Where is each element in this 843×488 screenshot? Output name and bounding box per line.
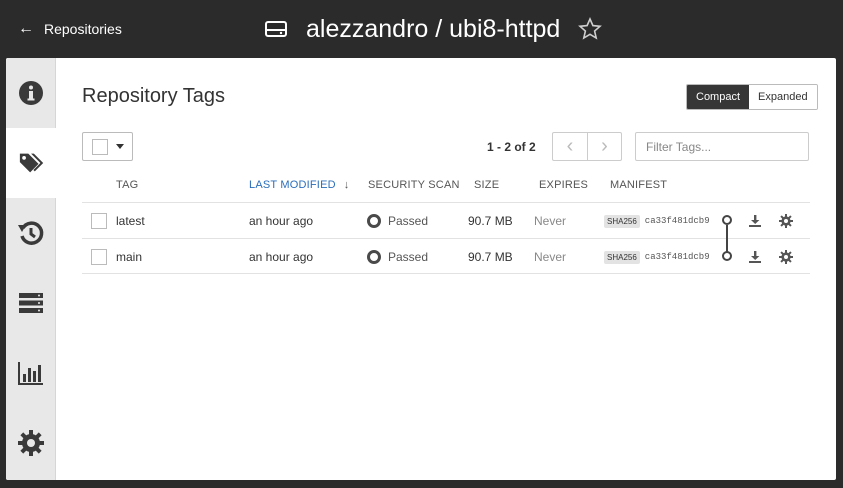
back-label: Repositories [44, 21, 122, 37]
bar-chart-icon [18, 362, 43, 385]
select-all-checkbox[interactable] [92, 138, 108, 155]
column-header-security-scan[interactable]: SECURITY SCAN [368, 179, 460, 191]
column-header-tag[interactable]: TAG [116, 179, 138, 191]
top-bar: ← Repositories alezzandro / ubi8-httpd [0, 0, 843, 58]
manifest-digest[interactable]: SHA256 ca33f481dcb9 [604, 203, 710, 239]
compact-view-button[interactable]: Compact [687, 85, 750, 109]
gear-icon[interactable] [779, 214, 793, 228]
repo-name: alezzandro / ubi8-httpd [306, 15, 561, 43]
table-row: latest an hour ago Passed 90.7 MB Never … [82, 202, 810, 238]
star-outline-icon[interactable] [578, 17, 603, 41]
tag-size: 90.7 MB [468, 250, 513, 264]
digest-value: ca33f481dcb9 [644, 216, 710, 226]
digest-algorithm-badge: SHA256 [604, 214, 640, 228]
pagination-controls: ‹ › [552, 132, 622, 161]
tags-content: Repository Tags Compact Expanded 1 - 2 o… [57, 58, 836, 480]
tag-expires[interactable]: Never [534, 239, 566, 275]
sidebar-item-information[interactable] [6, 58, 56, 128]
filter-tags-input[interactable] [635, 132, 809, 161]
column-header-manifest[interactable]: MANIFEST [610, 179, 667, 191]
scan-text: Passed [388, 250, 429, 264]
sidebar-item-history[interactable] [6, 198, 56, 268]
row-checkbox[interactable] [91, 249, 107, 265]
arrow-left-icon: ← [18, 20, 34, 37]
page-title: Repository Tags [82, 85, 226, 107]
digest-algorithm-badge: SHA256 [604, 250, 640, 264]
prev-page-button[interactable]: ‹ [553, 133, 587, 160]
hdd-icon [265, 21, 287, 37]
next-page-button[interactable]: › [587, 133, 621, 160]
tag-name[interactable]: latest [116, 203, 145, 239]
manifest-digest[interactable]: SHA256 ca33f481dcb9 [604, 239, 710, 275]
history-icon [18, 221, 44, 245]
tag-name[interactable]: main [116, 239, 142, 275]
security-scan-status[interactable]: Passed [367, 239, 428, 275]
expanded-view-button[interactable]: Expanded [749, 85, 817, 109]
column-header-last-modified[interactable]: LAST MODIFIED ↓ [249, 179, 349, 191]
sidebar-item-builds[interactable] [6, 268, 56, 338]
pagination-count: 1 - 2 of 2 [487, 140, 536, 154]
scan-text: Passed [388, 214, 429, 228]
gear-icon [18, 430, 44, 456]
select-all-dropdown[interactable] [82, 132, 133, 161]
tag-size: 90.7 MB [468, 214, 513, 228]
gear-icon[interactable] [779, 250, 793, 264]
download-icon[interactable] [748, 214, 762, 228]
digest-value: ca33f481dcb9 [644, 252, 710, 262]
manifest-link-node[interactable] [722, 251, 732, 261]
column-header-size[interactable]: SIZE [474, 179, 499, 191]
server-icon [19, 293, 43, 313]
view-toggle: Compact Expanded [686, 84, 818, 110]
download-icon[interactable] [748, 250, 762, 264]
last-modified: an hour ago [249, 214, 314, 228]
repo-title: alezzandro / ubi8-httpd [264, 12, 603, 46]
scan-passed-icon [367, 214, 381, 228]
scan-passed-icon [367, 250, 381, 264]
info-circle-icon [19, 81, 43, 105]
sidebar-item-settings[interactable] [6, 408, 56, 478]
manifest-link-node[interactable] [722, 215, 732, 225]
column-header-expires[interactable]: EXPIRES [539, 179, 588, 191]
row-checkbox[interactable] [91, 213, 107, 229]
tag-expires[interactable]: Never [534, 203, 566, 239]
table-row: main an hour ago Passed 90.7 MB Never SH… [82, 238, 810, 274]
main-panel: Repository Tags Compact Expanded 1 - 2 o… [6, 58, 836, 480]
caret-down-icon [116, 144, 124, 149]
last-modified: an hour ago [249, 250, 314, 264]
sort-descending-icon: ↓ [343, 179, 350, 191]
sidebar [6, 58, 57, 480]
tags-icon [19, 153, 43, 173]
column-header-last-modified-label: LAST MODIFIED [249, 179, 336, 191]
sidebar-item-usage-logs[interactable] [6, 338, 56, 408]
sidebar-item-tags[interactable] [6, 128, 57, 198]
back-to-repositories-link[interactable]: ← Repositories [18, 20, 122, 38]
security-scan-status[interactable]: Passed [367, 203, 428, 239]
